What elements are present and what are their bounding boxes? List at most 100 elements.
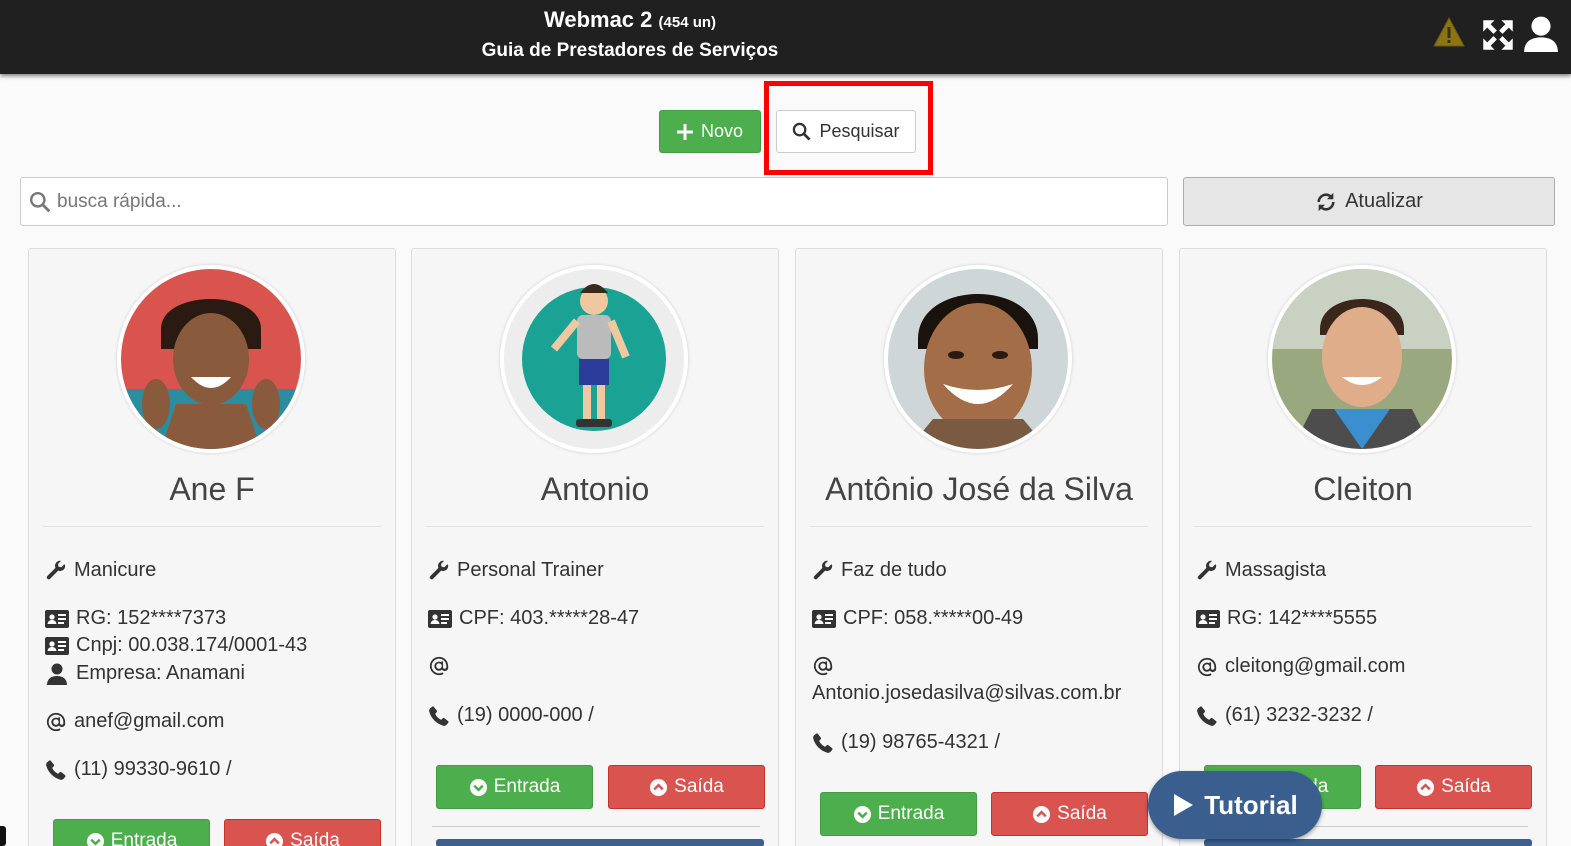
quick-search-input[interactable] (57, 190, 1057, 213)
entrada-label: Entrada (877, 803, 945, 824)
wrench-icon (45, 560, 67, 582)
email-text: anef@gmail.com (74, 710, 225, 732)
app-name: Webmac 2 (543, 7, 653, 32)
phone-icon (1196, 705, 1218, 727)
entrada-button[interactable]: Entrada (436, 765, 593, 809)
service-text: Manicure (74, 559, 157, 581)
service-text: Personal Trainer (457, 559, 604, 581)
tutorial-button[interactable]: Tutorial (1148, 771, 1322, 839)
divider (432, 826, 760, 827)
at-icon (428, 655, 450, 677)
service-row: Manicure (45, 559, 156, 582)
wrench-icon (812, 560, 834, 582)
phone-icon (428, 705, 450, 727)
document-row: CPF: 403.*****28-47 (428, 607, 639, 630)
at-icon (1196, 656, 1218, 678)
phone-row: (11) 99330-9610 / (45, 758, 232, 781)
provider-card[interactable]: Ane F Manicure RG: 152****7373 Cnpj: 00.… (28, 248, 396, 846)
email-text: cleitong@gmail.com (1225, 655, 1406, 677)
phone-row: (61) 3232-3232 / (1196, 704, 1373, 727)
provider-name: Ane F (169, 471, 255, 507)
saida-label: Saída (290, 830, 340, 846)
new-button-label: Novo (700, 121, 744, 141)
extra-button[interactable] (436, 839, 764, 846)
refresh-button-label: Atualizar (1345, 190, 1423, 212)
page-subtitle: Guia de Prestadores de Serviços (481, 40, 779, 61)
phone-icon (812, 732, 834, 754)
chevron-down-icon (86, 832, 105, 846)
wrench-icon (428, 560, 450, 582)
avatar (500, 265, 688, 453)
service-row: Faz de tudo (812, 559, 947, 582)
divider (810, 526, 1148, 527)
saida-button[interactable]: Saída (991, 792, 1148, 836)
saida-label: Saída (674, 776, 724, 797)
chevron-down-icon (853, 805, 872, 824)
service-row: Personal Trainer (428, 559, 604, 582)
tutorial-label: Tutorial (1204, 789, 1298, 820)
saida-label: Saída (1441, 776, 1491, 797)
avatar (1268, 265, 1456, 453)
user-icon (45, 663, 69, 685)
phone-text: (19) 98765-4321 / (841, 731, 1001, 753)
divider (426, 526, 764, 527)
window-edge (0, 826, 6, 846)
provider-name: Antonio (540, 471, 650, 507)
divider (43, 526, 381, 527)
id-card-icon (1196, 610, 1220, 628)
chevron-up-icon (265, 832, 284, 846)
entrada-button[interactable]: Entrada (53, 819, 210, 846)
entrada-label: Entrada (493, 776, 561, 797)
document-text: RG: 152****7373 (76, 607, 227, 629)
chevron-down-icon (469, 778, 488, 797)
entrada-label: Entrada (110, 830, 178, 846)
saida-button[interactable]: Saída (608, 765, 765, 809)
at-icon (812, 655, 834, 677)
entrada-button[interactable]: Entrada (820, 792, 977, 836)
warning-icon[interactable] (1432, 14, 1466, 50)
email-row (428, 655, 457, 677)
document-text: RG: 142****5555 (1227, 607, 1378, 629)
document-row: Cnpj: 00.038.174/0001-43 (45, 634, 307, 657)
provider-card[interactable]: Antônio José da Silva Faz de tudo CPF: 0… (795, 248, 1163, 846)
plus-icon (676, 123, 693, 140)
chevron-up-icon (1032, 805, 1051, 824)
new-button[interactable]: Novo (659, 110, 761, 153)
highlight-box (764, 81, 933, 175)
document-row: RG: 152****7373 (45, 607, 226, 630)
avatar (884, 265, 1072, 453)
refresh-icon (1317, 192, 1335, 211)
id-card-icon (45, 637, 69, 655)
refresh-button[interactable]: Atualizar (1183, 177, 1555, 226)
provider-name: Cleiton (1313, 471, 1413, 507)
email-row: anef@gmail.com (45, 710, 224, 733)
phone-text: (11) 99330-9610 / (74, 758, 232, 780)
chevron-up-icon (1416, 778, 1435, 797)
provider-card[interactable]: Cleiton Massagista RG: 142****5555 cleit… (1179, 248, 1547, 846)
user-profile-icon[interactable] (1524, 16, 1558, 52)
document-row: CPF: 058.*****00-49 (812, 607, 1023, 630)
phone-text: (19) 0000-000 / (457, 704, 594, 726)
page-title: Webmac 2 (454 un) Guia de Prestadores de… (430, 6, 830, 65)
saida-button[interactable]: Saída (1375, 765, 1532, 809)
avatar (117, 265, 305, 453)
chevron-up-icon (649, 778, 668, 797)
document-text: CPF: 403.*****28-47 (459, 607, 640, 629)
quick-search-box[interactable] (20, 177, 1168, 226)
email-text: Antonio.josedasilva@silvas.com.br (812, 682, 1122, 704)
divider (1194, 526, 1532, 527)
email-text-row: Antonio.josedasilva@silvas.com.br (812, 682, 1121, 705)
wrench-icon (1196, 560, 1218, 582)
email-row: cleitong@gmail.com (1196, 655, 1405, 678)
phone-row: (19) 98765-4321 / (812, 731, 1000, 754)
search-icon (29, 191, 51, 212)
service-text: Faz de tudo (841, 559, 947, 581)
extra-button[interactable] (1204, 839, 1532, 846)
saida-label: Saída (1057, 803, 1107, 824)
provider-card[interactable]: Antonio Personal Trainer CPF: 403.*****2… (411, 248, 779, 846)
saida-button[interactable]: Saída (224, 819, 381, 846)
fullscreen-icon[interactable] (1481, 17, 1515, 53)
service-row: Massagista (1196, 559, 1326, 582)
at-icon (45, 711, 67, 733)
phone-icon (45, 759, 67, 781)
